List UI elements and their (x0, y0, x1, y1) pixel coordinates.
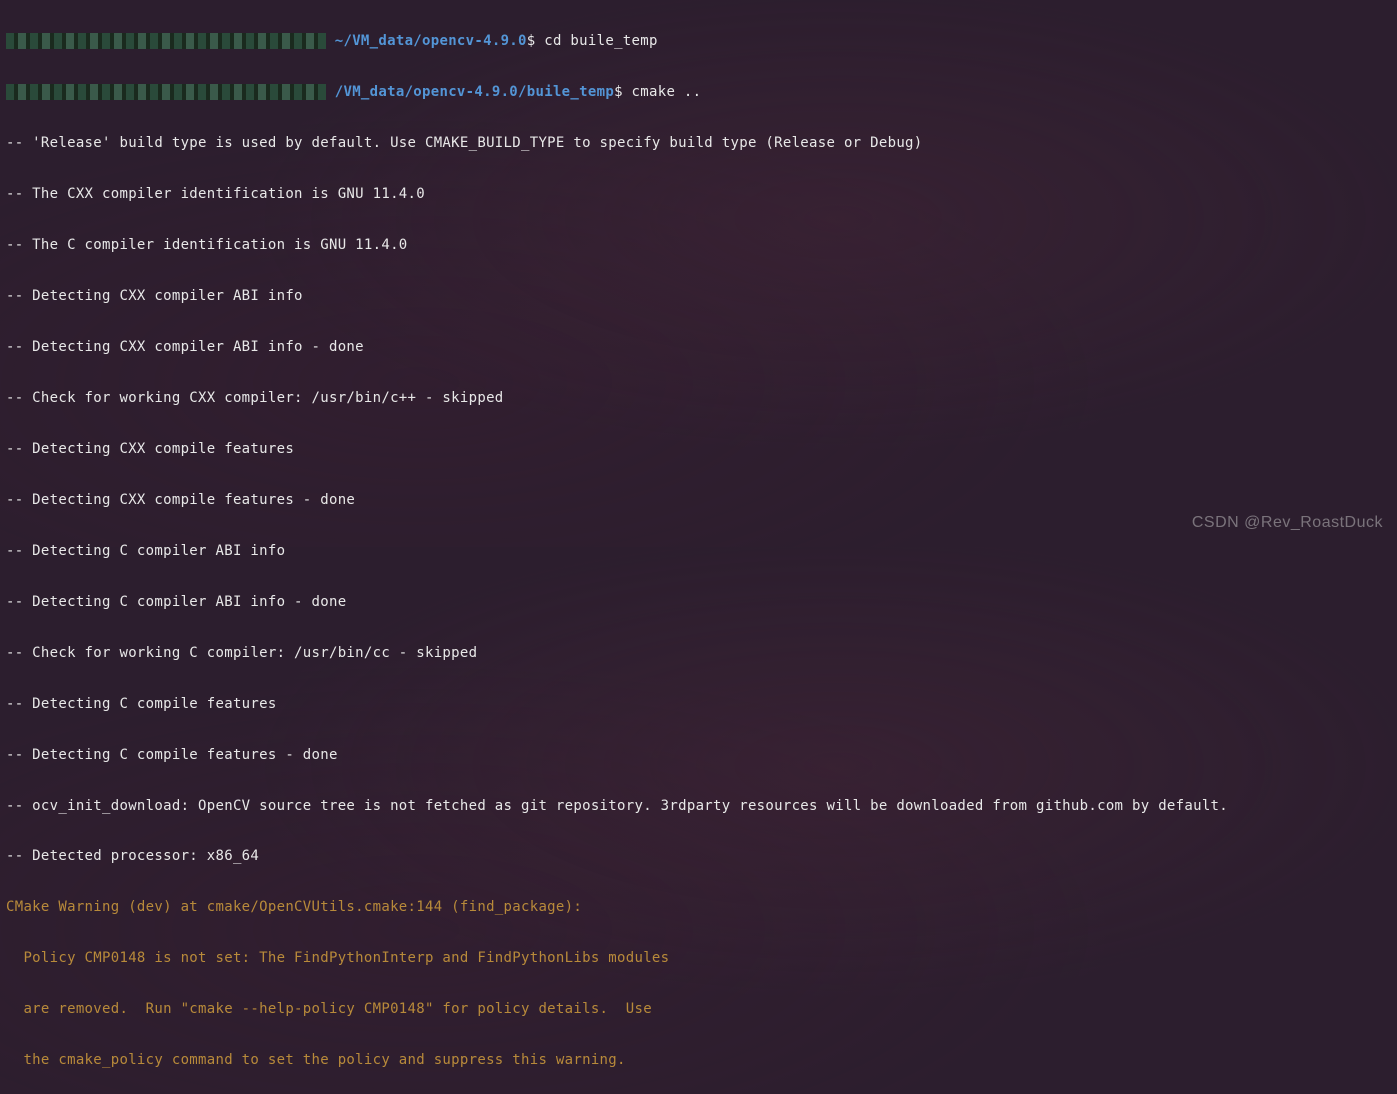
prompt-dollar-1: $ (527, 33, 536, 49)
prompt-path-2: /VM_data/opencv-4.9.0/buile_temp (335, 84, 614, 100)
output-line: -- Detected processor: x86_64 (6, 844, 1391, 869)
output-line: -- Detecting CXX compile features (6, 437, 1391, 462)
output-line: -- The C compiler identification is GNU … (6, 233, 1391, 258)
command-2: cmake .. (632, 84, 702, 100)
warning-line: Policy CMP0148 is not set: The FindPytho… (6, 946, 1391, 971)
prompt-line-2: /VM_data/opencv-4.9.0/buile_temp$ cmake … (6, 80, 1391, 105)
prompt-dollar-2: $ (614, 84, 623, 100)
prompt-line-1: ~/VM_data/opencv-4.9.0$ cd buile_temp (6, 29, 1391, 54)
output-line: -- Detecting C compile features - done (6, 743, 1391, 768)
output-line: -- Detecting C compile features (6, 692, 1391, 717)
redacted-user-host-2 (6, 84, 326, 100)
output-line: -- Detecting CXX compile features - done (6, 488, 1391, 513)
prompt-path-1: ~/VM_data/opencv-4.9.0 (335, 33, 527, 49)
output-line: -- Detecting C compiler ABI info (6, 539, 1391, 564)
warning-line: the cmake_policy command to set the poli… (6, 1048, 1391, 1073)
watermark-text: CSDN @Rev_RoastDuck (1192, 508, 1383, 537)
command-1: cd buile_temp (544, 33, 657, 49)
output-line: -- Detecting C compiler ABI info - done (6, 590, 1391, 615)
redacted-user-host (6, 33, 326, 49)
output-line: -- Detecting CXX compiler ABI info (6, 284, 1391, 309)
output-line: -- 'Release' build type is used by defau… (6, 131, 1391, 156)
warning-line: are removed. Run "cmake --help-policy CM… (6, 997, 1391, 1022)
warning-line: CMake Warning (dev) at cmake/OpenCVUtils… (6, 895, 1391, 920)
output-line: -- ocv_init_download: OpenCV source tree… (6, 794, 1391, 819)
output-line: -- Detecting CXX compiler ABI info - don… (6, 335, 1391, 360)
output-line: -- The CXX compiler identification is GN… (6, 182, 1391, 207)
output-line: -- Check for working C compiler: /usr/bi… (6, 641, 1391, 666)
output-line: -- Check for working CXX compiler: /usr/… (6, 386, 1391, 411)
terminal-output[interactable]: ~/VM_data/opencv-4.9.0$ cd buile_temp /V… (6, 4, 1391, 1094)
